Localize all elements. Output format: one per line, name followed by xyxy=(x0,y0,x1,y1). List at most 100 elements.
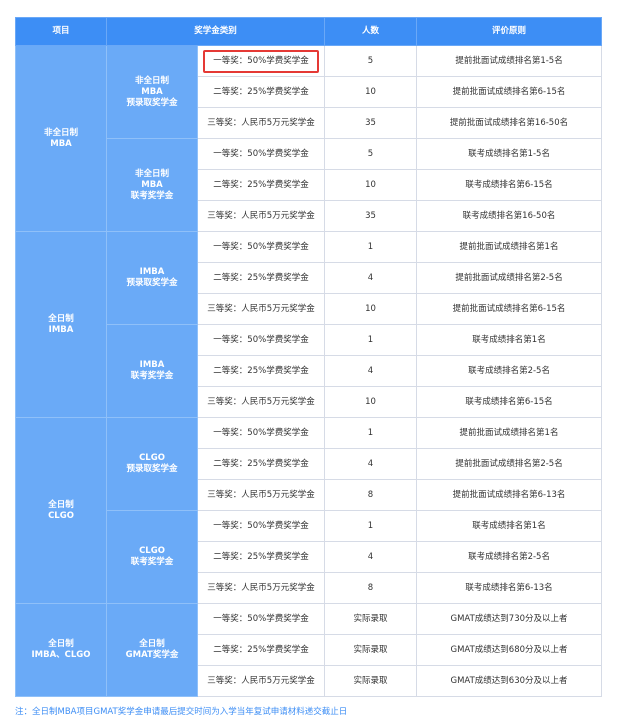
program-cell: 全日制 IMBA、CLGO xyxy=(15,603,107,697)
criteria-cell: GMAT成绩达到630分及以上者 xyxy=(416,665,603,697)
cell-line: IMBA xyxy=(139,267,165,277)
count-cell: 10 xyxy=(324,386,418,418)
award-cell: 二等奖：25%学费奖学金 xyxy=(196,634,326,666)
count-cell: 10 xyxy=(324,76,418,108)
count-cell: 1 xyxy=(324,417,418,449)
count-cell: 10 xyxy=(324,293,418,325)
criteria-cell: 提前批面试成绩排名第6-15名 xyxy=(416,293,603,325)
criteria-cell: 提前批面试成绩排名第1名 xyxy=(416,231,603,263)
footnote: 注：全日制MBA项目GMAT奖学金申请最后提交时间为入学当年复试申请材料递交截止… xyxy=(15,707,348,717)
cell-line: IMBA xyxy=(48,324,74,335)
scholarship-category-cell: 非全日制 MBA 联考奖学金 xyxy=(106,138,198,232)
cell-line: 预录取奖学金 xyxy=(126,97,178,108)
award-cell: 一等奖：50%学费奖学金 xyxy=(196,603,326,635)
cell-line: 全日制 xyxy=(48,313,74,324)
cell-line: 全日制 xyxy=(48,639,74,649)
award-cell: 三等奖：人民币5万元奖学金 xyxy=(196,107,326,139)
criteria-cell: 联考成绩排名第1名 xyxy=(416,324,603,356)
criteria-cell: 联考成绩排名第16-50名 xyxy=(416,200,603,232)
cell-line: 联考奖学金 xyxy=(130,557,174,567)
count-cell: 4 xyxy=(324,262,418,294)
cell-line: IMBA、CLGO xyxy=(31,650,91,660)
cell-line: CLGO xyxy=(48,510,74,521)
criteria-cell: GMAT成绩达到730分及以上者 xyxy=(416,603,603,635)
count-cell: 实际录取 xyxy=(324,603,418,635)
criteria-cell: 联考成绩排名第6-15名 xyxy=(416,386,603,418)
award-cell: 三等奖：人民币5万元奖学金 xyxy=(196,479,326,511)
table-row: 全日制 IMBA、CLGO 全日制 GMAT奖学金 一等奖：50%学费奖学金 实际录取 GM… xyxy=(15,603,603,697)
award-cell: 三等奖：人民币5万元奖学金 xyxy=(196,665,326,697)
header-criteria: 评价原则 xyxy=(416,17,603,46)
program-cell: 全日制 IMBA xyxy=(15,231,107,418)
count-cell: 4 xyxy=(324,541,418,573)
scholarship-category-cell: 全日制 GMAT奖学金 xyxy=(106,603,198,697)
count-cell: 4 xyxy=(324,355,418,387)
scholarship-category-cell: IMBA 预录取奖学金 xyxy=(106,231,198,325)
award-cell: 二等奖：25%学费奖学金 xyxy=(196,76,326,108)
criteria-cell: GMAT成绩达到680分及以上者 xyxy=(416,634,603,666)
award-cell: 二等奖：25%学费奖学金 xyxy=(196,169,326,201)
count-cell: 8 xyxy=(324,479,418,511)
criteria-cell: 提前批面试成绩排名第1名 xyxy=(416,417,603,449)
criteria-cell: 联考成绩排名第6-13名 xyxy=(416,572,603,604)
count-cell: 1 xyxy=(324,510,418,542)
award-cell: 一等奖：50%学费奖学金 xyxy=(196,417,326,449)
award-cell: 三等奖：人民币5万元奖学金 xyxy=(196,386,326,418)
criteria-cell: 提前批面试成绩排名第2-5名 xyxy=(416,262,603,294)
table-body: 非全日制 MBA 非全日制 MBA 预录取奖学金 一等奖：50%学费奖学金 5 提前批面试成绩… xyxy=(15,45,603,697)
criteria-cell: 联考成绩排名第6-15名 xyxy=(416,169,603,201)
table-row: 全日制 IMBA IMBA 预录取奖学金 一等奖：50%学费奖学金 1 提前批面试成绩排名第… xyxy=(15,231,603,418)
criteria-cell: 提前批面试成绩排名第2-5名 xyxy=(416,448,603,480)
count-cell: 1 xyxy=(324,231,418,263)
count-cell: 5 xyxy=(324,45,418,77)
award-cell: 二等奖：25%学费奖学金 xyxy=(196,448,326,480)
cell-line: MBA xyxy=(141,86,163,97)
program-cell: 全日制 CLGO xyxy=(15,417,107,604)
cell-line: CLGO xyxy=(139,546,165,556)
cell-line: 预录取奖学金 xyxy=(126,464,178,474)
table-row: 非全日制 MBA 非全日制 MBA 预录取奖学金 一等奖：50%学费奖学金 5 提前批面试成绩… xyxy=(15,45,603,232)
count-cell: 8 xyxy=(324,572,418,604)
count-cell: 35 xyxy=(324,200,418,232)
award-cell: 二等奖：25%学费奖学金 xyxy=(196,355,326,387)
scholarship-table: 项目 奖学金类别 人数 评价原则 非全日制 MBA 非全日制 MBA 预录取奖学金 一等奖… xyxy=(15,17,603,697)
cell-line: 预录取奖学金 xyxy=(126,278,178,288)
cell-line: CLGO xyxy=(139,453,165,463)
criteria-cell: 联考成绩排名第1名 xyxy=(416,510,603,542)
cell-line: IMBA xyxy=(139,360,165,370)
header-count: 人数 xyxy=(324,17,418,46)
award-cell: 二等奖：25%学费奖学金 xyxy=(196,541,326,573)
table-row: 全日制 CLGO CLGO 预录取奖学金 一等奖：50%学费奖学金 1 提前批面试成绩排名第… xyxy=(15,417,603,604)
award-cell: 三等奖：人民币5万元奖学金 xyxy=(196,572,326,604)
count-cell: 35 xyxy=(324,107,418,139)
cell-line: 联考奖学金 xyxy=(130,190,174,201)
scholarship-category-cell: CLGO 预录取奖学金 xyxy=(106,417,198,511)
criteria-cell: 提前批面试成绩排名第16-50名 xyxy=(416,107,603,139)
cell-line: 全日制 xyxy=(139,639,165,649)
cell-line: MBA xyxy=(141,179,163,190)
award-cell: 一等奖：50%学费奖学金 xyxy=(196,510,326,542)
criteria-cell: 提前批面试成绩排名第6-15名 xyxy=(416,76,603,108)
header-project: 项目 xyxy=(15,17,107,46)
count-cell: 1 xyxy=(324,324,418,356)
scholarship-category-cell: CLGO 联考奖学金 xyxy=(106,510,198,604)
cell-line: 非全日制 xyxy=(134,168,169,179)
highlighted-award: 一等奖：50%学费奖学金 xyxy=(203,49,319,73)
award-cell: 一等奖：50%学费奖学金 xyxy=(196,324,326,356)
program-cell: 非全日制 MBA xyxy=(15,45,107,232)
cell-line: 非全日制 xyxy=(134,75,169,86)
cell-line: GMAT奖学金 xyxy=(125,650,179,660)
award-cell: 三等奖：人民币5万元奖学金 xyxy=(196,293,326,325)
scholarship-category-cell: IMBA 联考奖学金 xyxy=(106,324,198,418)
count-cell: 实际录取 xyxy=(324,634,418,666)
award-cell: 一等奖：50%学费奖学金 xyxy=(196,45,326,77)
header-scholarship-type: 奖学金类别 xyxy=(105,17,326,46)
cell-line: 非全日制 xyxy=(43,127,78,138)
count-cell: 4 xyxy=(324,448,418,480)
criteria-cell: 提前批面试成绩排名第1-5名 xyxy=(416,45,603,77)
cell-line: 全日制 xyxy=(48,499,74,510)
scholarship-category-cell: 非全日制 MBA 预录取奖学金 xyxy=(106,45,198,139)
criteria-cell: 联考成绩排名第2-5名 xyxy=(416,355,603,387)
award-cell: 一等奖：50%学费奖学金 xyxy=(196,231,326,263)
cell-line: MBA xyxy=(50,138,72,149)
